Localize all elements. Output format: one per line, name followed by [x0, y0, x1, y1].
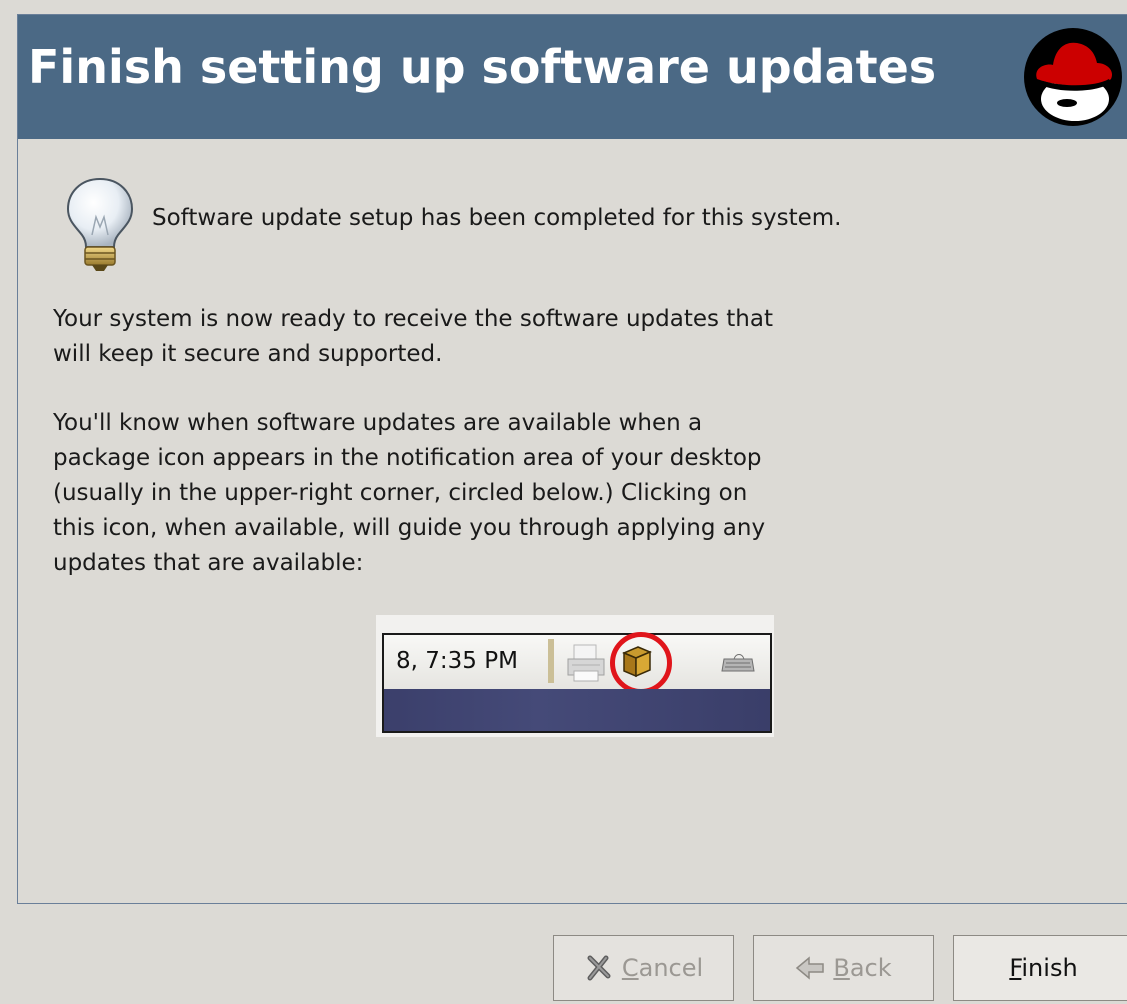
desktop-background-strip	[384, 689, 770, 731]
keyboard-icon	[721, 654, 755, 672]
tray-top-strip: 8, 7:35 PM	[384, 632, 770, 694]
highlight-circle	[610, 632, 672, 694]
printer-icon	[567, 644, 605, 682]
back-button[interactable]: Back	[753, 935, 934, 1001]
notification-area-example-image: 8, 7:35 PM	[376, 615, 774, 737]
paragraph-line: You'll know when software updates are av…	[53, 410, 703, 436]
finish-label: Finish	[1009, 954, 1078, 982]
cancel-label: Cancel	[621, 954, 704, 982]
back-arrow-icon	[796, 956, 825, 980]
ready-paragraph: Your system is now ready to receive the …	[53, 302, 773, 372]
paragraph-line: will keep it secure and supported.	[53, 341, 443, 367]
back-label: Back	[833, 954, 892, 982]
completion-message: Software update setup has been completed…	[152, 205, 842, 231]
paragraph-line: package icon appears in the notification…	[53, 445, 762, 471]
firstboot-window: Finish setting up software updates Softw…	[0, 0, 1127, 1004]
paragraph-line: updates that are available:	[53, 550, 364, 576]
redhat-logo-icon	[1024, 28, 1122, 126]
notification-paragraph: You'll know when software updates are av…	[53, 406, 765, 581]
header-bar: Finish setting up software updates	[18, 15, 1127, 139]
panel-tray-bar: 8, 7:35 PM	[382, 632, 772, 733]
paragraph-line: (usually in the upper-right corner, circ…	[53, 480, 748, 506]
content-panel: Finish setting up software updates Softw…	[17, 14, 1127, 904]
paragraph-line: Your system is now ready to receive the …	[53, 306, 773, 332]
tray-separator	[548, 639, 554, 683]
window-top-strip	[0, 0, 1127, 14]
tray-clock: 8, 7:35 PM	[396, 648, 518, 674]
cancel-x-icon	[587, 955, 611, 981]
paragraph-line: this icon, when available, will guide yo…	[53, 515, 766, 541]
page-title: Finish setting up software updates	[28, 40, 937, 94]
lightbulb-icon	[66, 177, 134, 271]
cancel-button[interactable]: Cancel	[553, 935, 734, 1001]
finish-button[interactable]: Finish	[953, 935, 1127, 1001]
